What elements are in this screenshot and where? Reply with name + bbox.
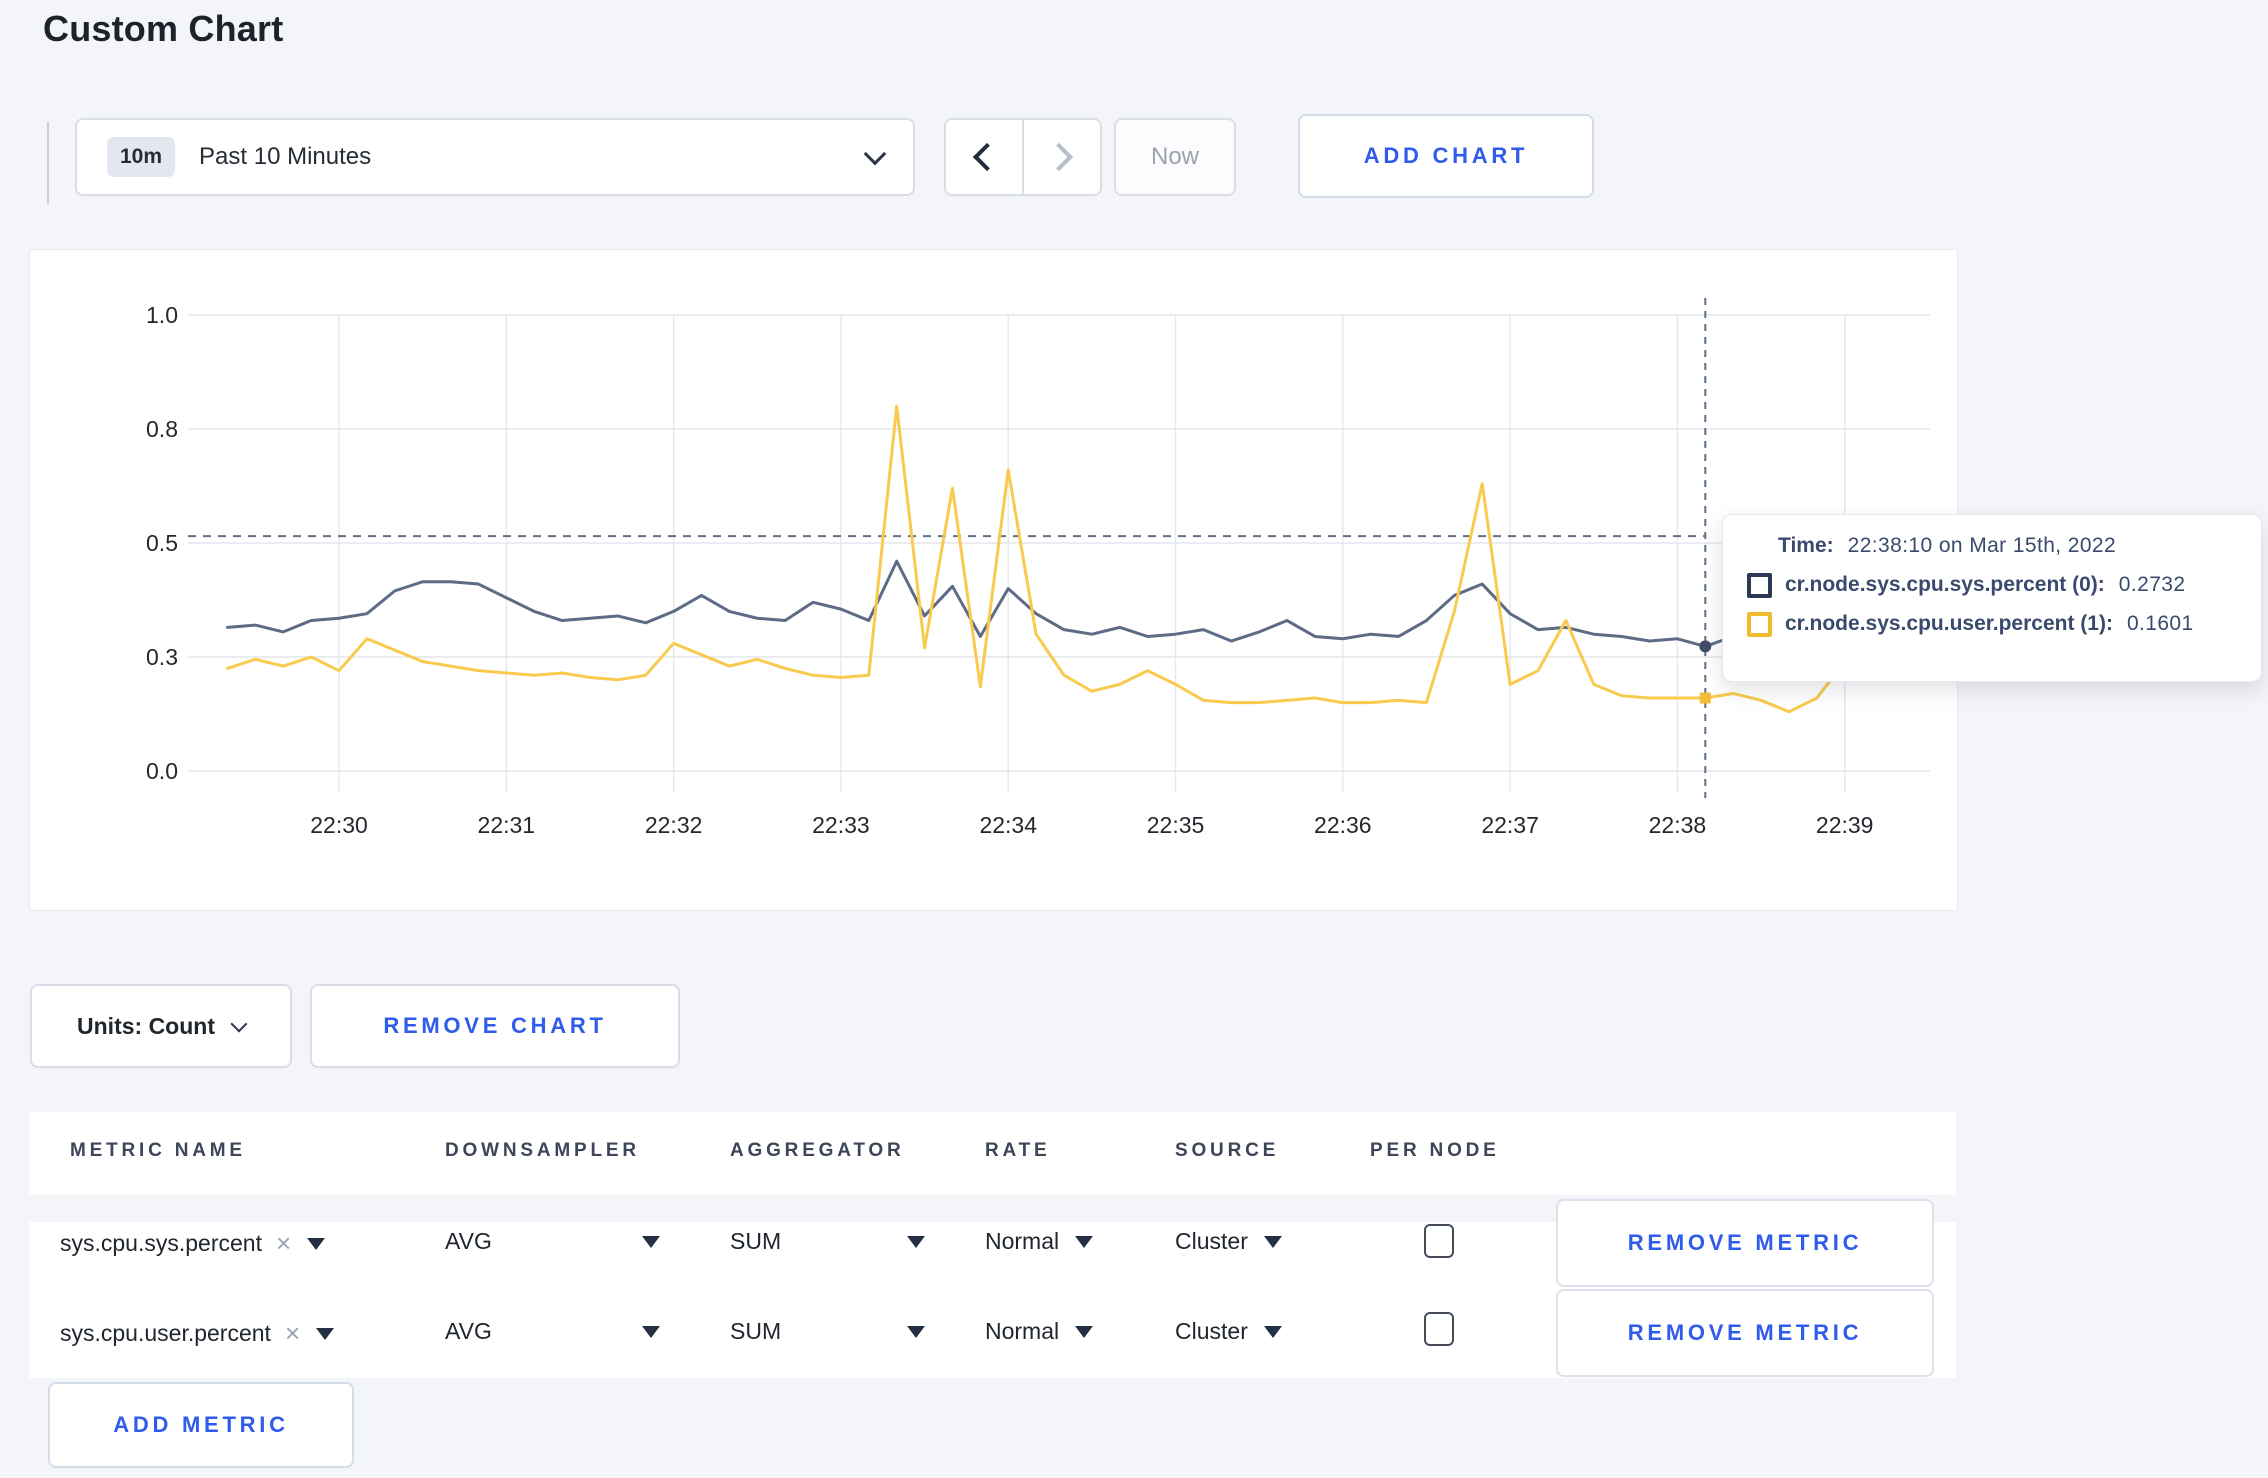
col-header-metric-name: METRIC NAME — [70, 1140, 246, 1161]
downsampler-select[interactable]: AVG — [445, 1318, 660, 1345]
metric-name-select[interactable]: sys.cpu.user.percent × — [60, 1318, 335, 1349]
caret-down-icon — [907, 1235, 926, 1248]
svg-text:22:30: 22:30 — [310, 812, 368, 838]
aggregator-select[interactable]: SUM — [730, 1318, 926, 1345]
page-title: Custom Chart — [43, 8, 284, 49]
source-value: Cluster — [1175, 1318, 1248, 1344]
svg-text:22:39: 22:39 — [1816, 812, 1874, 838]
tooltip-series-value: 0.2732 — [2118, 573, 2186, 596]
per-node-checkbox[interactable] — [1424, 1312, 1454, 1346]
caret-down-icon — [907, 1325, 926, 1338]
metric-name-value: sys.cpu.user.percent — [60, 1320, 271, 1346]
svg-text:22:36: 22:36 — [1314, 812, 1372, 838]
aggregator-value: SUM — [730, 1228, 782, 1254]
svg-text:22:35: 22:35 — [1147, 812, 1205, 838]
chevron-right-icon — [1044, 142, 1074, 172]
caret-down-icon — [1263, 1325, 1282, 1338]
downsampler-select[interactable]: AVG — [445, 1228, 660, 1255]
tooltip-series-name: cr.node.sys.cpu.user.percent (1): — [1785, 612, 2113, 635]
tooltip-time-label: Time: — [1778, 534, 1834, 557]
rate-select[interactable]: Normal — [985, 1228, 1094, 1255]
remove-metric-button[interactable]: REMOVE METRIC — [1556, 1289, 1934, 1377]
chart-card: 22:30 22:31 22:32 22:33 22:34 22:35 22:36 22:37… — [29, 249, 1958, 911]
svg-text:22:37: 22:37 — [1481, 812, 1539, 838]
metric-name-value: sys.cpu.sys.percent — [60, 1230, 262, 1256]
add-chart-button[interactable]: ADD CHART — [1298, 114, 1594, 198]
caret-down-icon — [316, 1327, 335, 1340]
downsampler-value: AVG — [445, 1318, 492, 1344]
svg-text:0.3: 0.3 — [146, 644, 178, 670]
caret-down-icon — [1263, 1235, 1282, 1248]
remove-metric-button[interactable]: REMOVE METRIC — [1556, 1199, 1934, 1287]
svg-text:1.0: 1.0 — [146, 302, 178, 328]
svg-text:22:38: 22:38 — [1649, 812, 1707, 838]
time-range-badge: 10m — [107, 137, 176, 177]
sys-percent-swatch-icon — [1747, 572, 1772, 598]
tooltip-series-name: cr.node.sys.cpu.sys.percent (0): — [1785, 573, 2105, 596]
toolbar-left-divider — [47, 122, 49, 204]
remove-chart-button[interactable]: REMOVE CHART — [310, 984, 680, 1068]
rate-select[interactable]: Normal — [985, 1318, 1094, 1345]
tooltip-series-value: 0.1601 — [2126, 612, 2194, 635]
rate-value: Normal — [985, 1228, 1060, 1254]
col-header-downsampler: DOWNSAMPLER — [445, 1140, 640, 1161]
chart-tooltip: Time: 22:38:10 on Mar 15th, 2022 cr.node… — [1722, 514, 2262, 682]
source-select[interactable]: Cluster — [1175, 1228, 1282, 1255]
chevron-down-icon — [863, 142, 887, 166]
caret-down-icon — [641, 1235, 660, 1248]
source-select[interactable]: Cluster — [1175, 1318, 1282, 1345]
tooltip-series-row: cr.node.sys.cpu.user.percent (1): 0.1601 — [1747, 610, 2261, 638]
tooltip-time-row: Time: 22:38:10 on Mar 15th, 2022 — [1778, 532, 2261, 560]
caret-down-icon — [641, 1325, 660, 1338]
remove-metric-x-icon[interactable]: × — [276, 1228, 291, 1259]
custom-chart-page: Custom Chart 10m Past 10 Minutes Now ADD… — [0, 0, 2268, 1478]
col-header-source: SOURCE — [1175, 1140, 1280, 1161]
prev-time-button[interactable] — [946, 120, 1022, 194]
svg-text:0.0: 0.0 — [146, 758, 178, 784]
chevron-down-icon — [230, 1015, 248, 1033]
svg-text:22:33: 22:33 — [812, 812, 870, 838]
aggregator-select[interactable]: SUM — [730, 1228, 926, 1255]
aggregator-value: SUM — [730, 1318, 782, 1344]
col-header-rate: RATE — [985, 1140, 1051, 1161]
downsampler-value: AVG — [445, 1228, 492, 1254]
caret-down-icon — [307, 1237, 326, 1250]
tooltip-series-row: cr.node.sys.cpu.sys.percent (0): 0.2732 — [1747, 571, 2261, 599]
next-time-button[interactable] — [1022, 120, 1100, 194]
chevron-left-icon — [972, 142, 1002, 172]
svg-text:22:31: 22:31 — [478, 812, 536, 838]
timeseries-chart[interactable]: 22:30 22:31 22:32 22:33 22:34 22:35 22:36 22:37… — [30, 250, 1957, 910]
svg-text:0.5: 0.5 — [146, 530, 178, 556]
svg-text:22:34: 22:34 — [979, 812, 1037, 838]
caret-down-icon — [1075, 1325, 1094, 1338]
now-button[interactable]: Now — [1114, 118, 1236, 196]
caret-down-icon — [1075, 1235, 1094, 1248]
metric-name-select[interactable]: sys.cpu.sys.percent × — [60, 1228, 326, 1259]
tooltip-time-value: 22:38:10 on Mar 15th, 2022 — [1847, 534, 2117, 557]
rate-value: Normal — [985, 1318, 1060, 1344]
source-value: Cluster — [1175, 1228, 1248, 1254]
time-range-select[interactable]: 10m Past 10 Minutes — [75, 118, 915, 196]
time-range-label: Past 10 Minutes — [199, 143, 372, 170]
per-node-checkbox[interactable] — [1424, 1224, 1454, 1258]
time-pager — [944, 118, 1102, 196]
col-header-aggregator: AGGREGATOR — [730, 1140, 905, 1161]
col-header-per-node: PER NODE — [1370, 1140, 1500, 1161]
svg-text:0.8: 0.8 — [146, 416, 178, 442]
user-percent-swatch-icon — [1747, 611, 1772, 637]
units-label: Units: Count — [77, 1012, 215, 1039]
add-metric-button[interactable]: ADD METRIC — [48, 1382, 354, 1468]
units-select[interactable]: Units: Count — [30, 984, 292, 1068]
remove-metric-x-icon[interactable]: × — [285, 1318, 300, 1349]
svg-text:22:32: 22:32 — [645, 812, 703, 838]
